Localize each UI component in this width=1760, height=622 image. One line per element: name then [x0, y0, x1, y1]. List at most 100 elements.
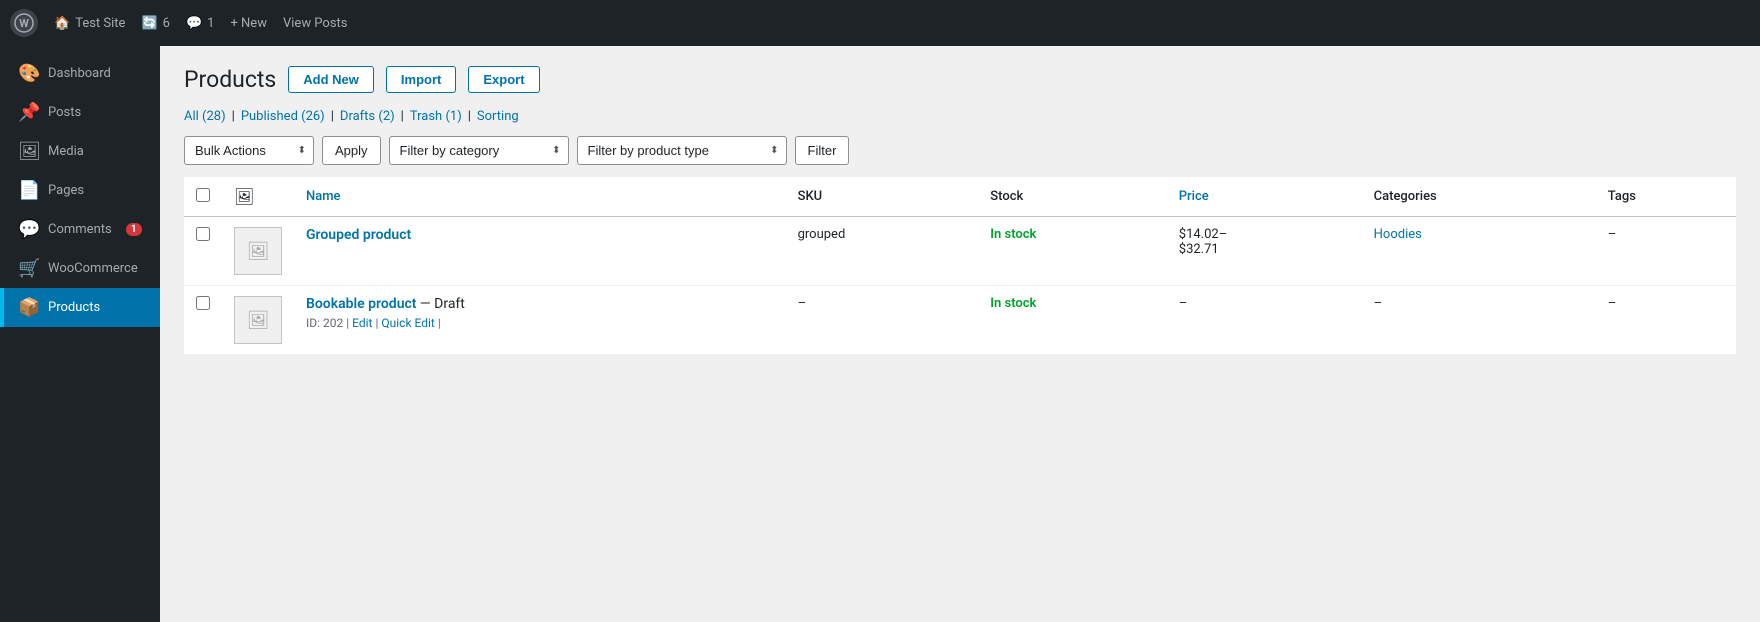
col-stock: Stock: [978, 177, 1166, 217]
row1-checkbox[interactable]: [196, 227, 210, 241]
row2-draft-badge: — Draft: [420, 296, 465, 312]
col-name[interactable]: Name: [294, 177, 786, 217]
filter-type-select[interactable]: Filter by product type: [577, 136, 787, 165]
import-button[interactable]: Import: [386, 66, 456, 93]
row1-categories-cell: Hoodies: [1362, 217, 1596, 286]
sidebar-label-pages: Pages: [48, 183, 84, 198]
subnav-sep-4: |: [468, 109, 471, 124]
row1-sku-cell: grouped: [786, 217, 979, 286]
subnav-sorting[interactable]: Sorting: [477, 109, 519, 124]
row2-stock-cell: In stock: [978, 286, 1166, 355]
subnav-sep-2: |: [331, 109, 334, 124]
comments-badge: 1: [126, 223, 142, 236]
main-content: Products Add New Import Export All (28) …: [160, 46, 1760, 622]
site-name-link[interactable]: 🏠 Test Site: [54, 16, 125, 31]
subnav-all[interactable]: All (28): [184, 109, 226, 124]
row2-stock-status: In stock: [990, 296, 1036, 311]
filter-button[interactable]: Filter: [795, 136, 850, 165]
row2-price-cell: –: [1167, 286, 1362, 355]
products-icon: 📦: [18, 297, 38, 318]
filters-row: Bulk Actions ⬍ Apply Filter by category …: [184, 136, 1736, 165]
updates-icon: 🔄: [141, 16, 157, 31]
row1-thumbnail: 🖼: [234, 227, 282, 275]
subnav-drafts[interactable]: Drafts (2): [340, 109, 395, 124]
add-new-button[interactable]: Add New: [288, 66, 374, 93]
row1-checkbox-cell: [184, 217, 222, 286]
comments-link[interactable]: 💬 1: [186, 16, 215, 31]
sidebar-label-dashboard: Dashboard: [48, 66, 111, 81]
subnav-sep-3: |: [401, 109, 404, 124]
products-table: 🖼 Name SKU Stock Price Catego: [184, 177, 1736, 355]
row2-checkbox[interactable]: [196, 296, 210, 310]
row1-price: $14.02–$32.71: [1179, 227, 1228, 257]
sidebar-label-products: Products: [48, 300, 100, 315]
sidebar-item-dashboard[interactable]: 🎨 Dashboard: [0, 54, 160, 93]
sidebar-label-woocommerce: WooCommerce: [48, 261, 138, 276]
filter-type-wrap: Filter by product type ⬍: [577, 136, 787, 165]
export-button[interactable]: Export: [468, 66, 539, 93]
bulk-actions-select[interactable]: Bulk Actions: [184, 136, 314, 165]
top-bar: W 🏠 Test Site 🔄 6 💬 1 + New View Posts: [0, 0, 1760, 46]
app-layout: 🎨 Dashboard 📌 Posts 🖼 Media 📄 Pages 💬 Co…: [0, 46, 1760, 622]
col-thumb: 🖼: [222, 177, 294, 217]
sidebar-label-media: Media: [48, 144, 84, 159]
sidebar-item-products[interactable]: 📦 Products: [0, 288, 160, 327]
col-categories: Categories: [1362, 177, 1596, 217]
sidebar-label-comments: Comments: [48, 222, 112, 237]
sidebar-label-posts: Posts: [48, 105, 81, 120]
dashboard-icon: 🎨: [18, 63, 38, 84]
subnav-published[interactable]: Published (26): [241, 109, 325, 124]
updates-link[interactable]: 🔄 6: [141, 16, 170, 31]
col-sku: SKU: [786, 177, 979, 217]
comments-icon: 💬: [186, 16, 202, 31]
row2-tags-cell: –: [1596, 286, 1736, 355]
subnav-sep-1: |: [232, 109, 235, 124]
row2-product-meta: ID: 202 | Edit | Quick Edit |: [306, 316, 774, 330]
col-price[interactable]: Price: [1167, 177, 1362, 217]
image-placeholder-icon: 🖼: [247, 310, 270, 331]
home-icon: 🏠: [54, 16, 70, 31]
sidebar-item-woocommerce[interactable]: 🛒 WooCommerce: [0, 249, 160, 288]
woocommerce-icon: 🛒: [18, 258, 38, 279]
row1-category-link[interactable]: Hoodies: [1374, 227, 1422, 242]
filter-category-select[interactable]: Filter by category: [389, 136, 569, 165]
apply-button[interactable]: Apply: [322, 136, 381, 165]
row1-thumb-cell: 🖼: [222, 217, 294, 286]
svg-text:W: W: [19, 17, 29, 30]
sidebar-item-posts[interactable]: 📌 Posts: [0, 93, 160, 132]
sidebar-item-comments[interactable]: 💬 Comments 1: [0, 210, 160, 249]
table-row: 🖼 Grouped product grouped In stock $14.0…: [184, 217, 1736, 286]
posts-icon: 📌: [18, 102, 38, 123]
row2-edit-link[interactable]: Edit: [352, 316, 372, 330]
filter-category-wrap: Filter by category ⬍: [389, 136, 569, 165]
row1-stock-cell: In stock: [978, 217, 1166, 286]
row2-thumbnail: 🖼: [234, 296, 282, 344]
row1-product-name-link[interactable]: Grouped product: [306, 227, 411, 243]
wp-logo-icon[interactable]: W: [10, 9, 38, 37]
select-all-checkbox[interactable]: [196, 188, 210, 202]
pages-icon: 📄: [18, 180, 38, 201]
row2-sku-cell: –: [786, 286, 979, 355]
row1-tags-cell: –: [1596, 217, 1736, 286]
row2-categories-cell: –: [1362, 286, 1596, 355]
row2-quick-edit-link[interactable]: Quick Edit: [381, 316, 434, 330]
col-checkbox: [184, 177, 222, 217]
sidebar-item-pages[interactable]: 📄 Pages: [0, 171, 160, 210]
row2-name-cell: Bookable product — Draft ID: 202 | Edit …: [294, 286, 786, 355]
row1-stock-status: In stock: [990, 227, 1036, 242]
view-posts-link[interactable]: View Posts: [283, 16, 348, 31]
bulk-actions-wrap: Bulk Actions ⬍: [184, 136, 314, 165]
new-content-link[interactable]: + New: [230, 16, 267, 31]
comments-nav-icon: 💬: [18, 219, 38, 240]
row1-name-cell: Grouped product: [294, 217, 786, 286]
media-icon: 🖼: [18, 141, 38, 162]
thumbnail-icon: 🖼: [234, 187, 254, 206]
sidebar-item-media[interactable]: 🖼 Media: [0, 132, 160, 171]
row2-product-name-link[interactable]: Bookable product: [306, 296, 417, 312]
page-header: Products Add New Import Export: [184, 66, 1736, 93]
subnav-trash[interactable]: Trash (1): [410, 109, 462, 124]
subnav: All (28) | Published (26) | Drafts (2) |…: [184, 109, 1736, 124]
table-header-row: 🖼 Name SKU Stock Price Catego: [184, 177, 1736, 217]
image-placeholder-icon: 🖼: [247, 241, 270, 262]
row2-thumb-cell: 🖼: [222, 286, 294, 355]
